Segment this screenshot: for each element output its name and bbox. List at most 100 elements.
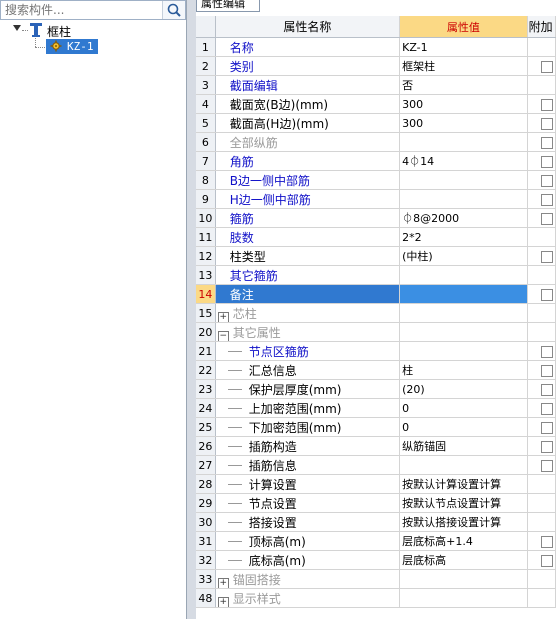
extra-checkbox[interactable] <box>540 555 553 567</box>
property-name-cell[interactable]: 类别 <box>215 56 401 76</box>
property-value-cell[interactable] <box>399 189 528 209</box>
property-name-cell[interactable]: 保护层厚度(mm) <box>215 379 401 399</box>
property-value-cell[interactable] <box>399 341 528 361</box>
property-row[interactable]: 6 全部纵筋 <box>196 132 556 152</box>
extra-checkbox[interactable] <box>540 194 553 206</box>
property-name-cell[interactable]: 上加密范围(mm) <box>215 398 401 418</box>
property-name-cell[interactable]: 其它箍筋 <box>215 265 401 285</box>
property-name-cell[interactable]: 插筋信息 <box>215 455 401 475</box>
property-name-cell[interactable]: 全部纵筋 <box>215 132 401 152</box>
property-value-cell[interactable]: 300 <box>399 94 528 114</box>
property-row[interactable]: 11 肢数 2*2 <box>196 227 556 247</box>
property-value-cell[interactable] <box>399 322 528 342</box>
property-name-cell[interactable]: 底标高(m) <box>215 550 401 570</box>
property-value-cell[interactable]: 纵筋锚固 <box>399 436 528 456</box>
property-name-cell[interactable]: 顶标高(m) <box>215 531 401 551</box>
extra-checkbox[interactable] <box>540 156 553 168</box>
extra-checkbox[interactable] <box>540 175 553 187</box>
property-value-cell[interactable]: 按默认节点设置计算 <box>399 493 528 513</box>
property-value-cell[interactable]: ⏀8@2000 <box>399 208 528 228</box>
property-value-cell[interactable] <box>399 132 528 152</box>
extra-checkbox[interactable] <box>540 251 553 263</box>
property-row[interactable]: 12 柱类型 (中柱) <box>196 246 556 266</box>
expand-plus-icon[interactable]: + <box>217 577 229 588</box>
property-name-cell[interactable]: H边一侧中部筋 <box>215 189 401 209</box>
property-name-cell[interactable]: 汇总信息 <box>215 360 401 380</box>
extra-checkbox[interactable] <box>540 99 553 111</box>
property-value-cell[interactable]: 框架柱 <box>399 56 528 76</box>
column-header-extra[interactable]: 附加 <box>527 16 556 38</box>
property-name-cell[interactable]: − 其它属性 <box>215 322 401 342</box>
property-name-cell[interactable]: 下加密范围(mm) <box>215 417 401 437</box>
property-value-cell[interactable] <box>399 170 528 190</box>
extra-checkbox[interactable] <box>540 61 553 73</box>
property-name-cell[interactable]: 计算设置 <box>215 474 401 494</box>
property-row[interactable]: 10 箍筋 ⏀8@2000 <box>196 208 556 228</box>
extra-checkbox[interactable] <box>540 289 553 301</box>
property-value-cell[interactable]: 否 <box>399 75 528 95</box>
property-value-cell[interactable]: (中柱) <box>399 246 528 266</box>
extra-checkbox[interactable] <box>540 460 553 472</box>
property-name-cell[interactable]: 柱类型 <box>215 246 401 266</box>
property-row[interactable]: 30 搭接设置 按默认搭接设置计算 <box>196 512 556 532</box>
tree-node-kz1[interactable]: KZ-1 <box>0 38 186 55</box>
property-value-cell[interactable]: 层底标高+1.4 <box>399 531 528 551</box>
property-row[interactable]: 32 底标高(m) 层底标高 <box>196 550 556 570</box>
extra-checkbox[interactable] <box>540 536 553 548</box>
extra-checkbox[interactable] <box>540 365 553 377</box>
property-row[interactable]: 15 + 芯柱 <box>196 303 556 323</box>
property-value-cell[interactable] <box>399 303 528 323</box>
property-row[interactable]: 33 + 锚固搭接 <box>196 569 556 589</box>
expand-plus-icon[interactable]: + <box>217 311 229 322</box>
property-value-cell[interactable]: 300 <box>399 113 528 133</box>
property-name-cell[interactable]: 肢数 <box>215 227 401 247</box>
collapse-triangle-icon[interactable] <box>13 25 21 31</box>
property-row[interactable]: 48 + 显示样式 <box>196 588 556 608</box>
property-row[interactable]: 25 下加密范围(mm) 0 <box>196 417 556 437</box>
property-row[interactable]: 8 B边一侧中部筋 <box>196 170 556 190</box>
property-name-cell[interactable]: + 显示样式 <box>215 588 401 608</box>
property-row[interactable]: 14 备注 <box>196 284 556 304</box>
property-name-cell[interactable]: 节点区箍筋 <box>215 341 401 361</box>
property-row[interactable]: 5 截面高(H边)(mm) 300 <box>196 113 556 133</box>
search-input[interactable] <box>3 2 163 18</box>
property-name-cell[interactable]: 截面宽(B边)(mm) <box>215 94 401 114</box>
property-name-cell[interactable]: + 锚固搭接 <box>215 569 401 589</box>
property-name-cell[interactable]: 截面高(H边)(mm) <box>215 113 401 133</box>
property-name-cell[interactable]: 截面编辑 <box>215 75 401 95</box>
expand-plus-icon[interactable]: + <box>217 596 229 607</box>
property-value-cell[interactable]: 0 <box>399 417 528 437</box>
extra-checkbox[interactable] <box>540 118 553 130</box>
property-value-cell[interactable]: 0 <box>399 398 528 418</box>
property-value-cell[interactable]: 层底标高 <box>399 550 528 570</box>
property-row[interactable]: 13 其它箍筋 <box>196 265 556 285</box>
property-value-cell[interactable] <box>399 265 528 285</box>
column-header-value[interactable]: 属性值 <box>399 16 528 38</box>
property-value-cell[interactable] <box>399 284 528 304</box>
tree-node-root[interactable]: 框柱 <box>0 22 186 39</box>
search-button[interactable] <box>162 1 185 19</box>
property-name-cell[interactable]: 角筋 <box>215 151 401 171</box>
property-name-cell[interactable]: 插筋构造 <box>215 436 401 456</box>
property-row[interactable]: 31 顶标高(m) 层底标高+1.4 <box>196 531 556 551</box>
property-row[interactable]: 26 插筋构造 纵筋锚固 <box>196 436 556 456</box>
property-value-cell[interactable]: KZ-1 <box>399 37 528 57</box>
property-value-cell[interactable]: 按默认计算设置计算 <box>399 474 528 494</box>
extra-checkbox[interactable] <box>540 403 553 415</box>
property-row[interactable]: 4 截面宽(B边)(mm) 300 <box>196 94 556 114</box>
property-name-cell[interactable]: 备注 <box>215 284 401 304</box>
property-row[interactable]: 28 计算设置 按默认计算设置计算 <box>196 474 556 494</box>
property-value-cell[interactable] <box>399 588 528 608</box>
property-row[interactable]: 29 节点设置 按默认节点设置计算 <box>196 493 556 513</box>
property-name-cell[interactable]: + 芯柱 <box>215 303 401 323</box>
property-value-cell[interactable] <box>399 455 528 475</box>
extra-checkbox[interactable] <box>540 346 553 358</box>
property-row[interactable]: 9 H边一侧中部筋 <box>196 189 556 209</box>
property-row[interactable]: 2 类别 框架柱 <box>196 56 556 76</box>
property-value-cell[interactable]: 2*2 <box>399 227 528 247</box>
property-name-cell[interactable]: 箍筋 <box>215 208 401 228</box>
property-value-cell[interactable]: 柱 <box>399 360 528 380</box>
extra-checkbox[interactable] <box>540 422 553 434</box>
property-row[interactable]: 24 上加密范围(mm) 0 <box>196 398 556 418</box>
column-header-name[interactable]: 属性名称 <box>215 16 401 38</box>
